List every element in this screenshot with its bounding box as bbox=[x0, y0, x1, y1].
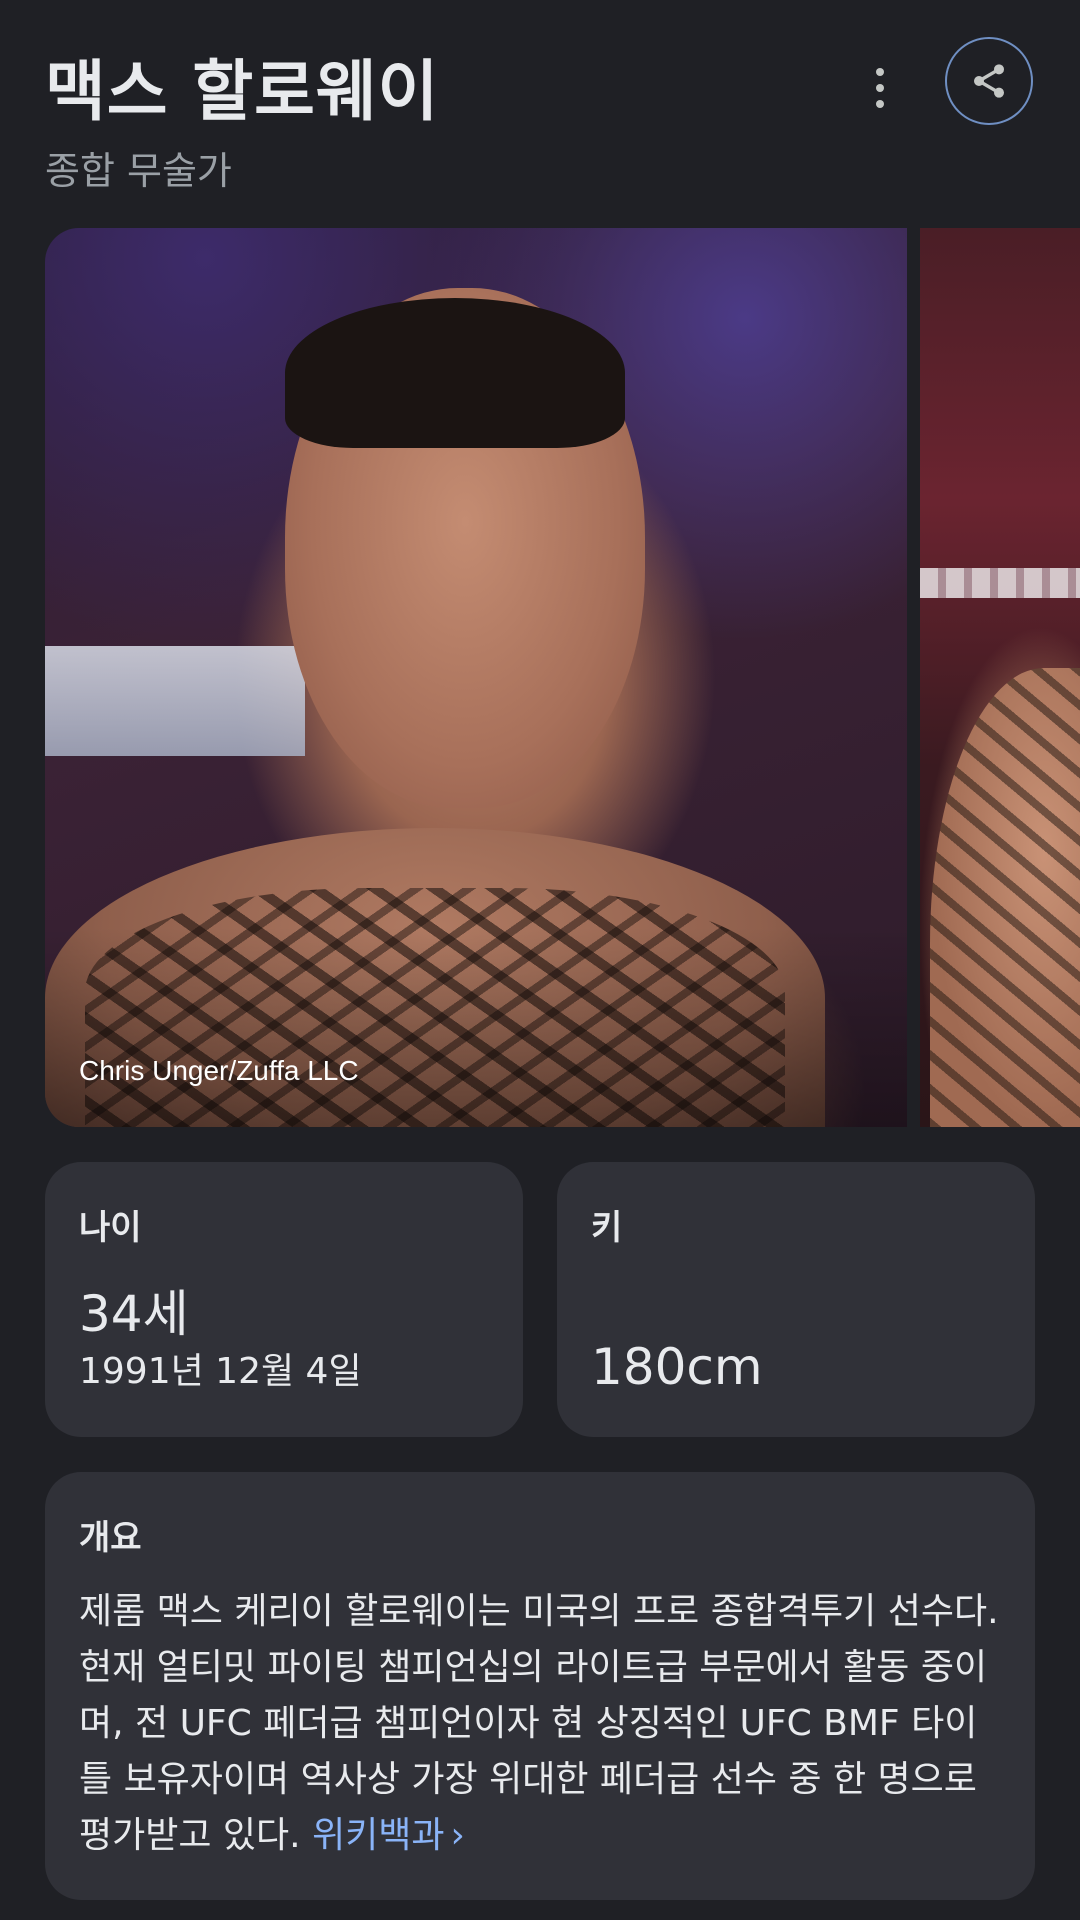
more-options-button[interactable] bbox=[856, 60, 904, 116]
more-vert-icon-dot bbox=[876, 84, 884, 92]
age-value: 34세 bbox=[79, 1285, 189, 1343]
overview-body: 제롬 맥스 케리이 할로웨이는 미국의 프로 종합격투기 선수다. 현재 얼티밋… bbox=[79, 1591, 999, 1856]
photo-hair-shape bbox=[285, 298, 625, 448]
overview-text: 제롬 맥스 케리이 할로웨이는 미국의 프로 종합격투기 선수다. 현재 얼티밋… bbox=[79, 1584, 1009, 1864]
age-label: 나이 bbox=[79, 1208, 142, 1248]
height-label: 키 bbox=[591, 1208, 623, 1248]
overview-title: 개요 bbox=[79, 1518, 142, 1558]
photo-body-shape bbox=[930, 668, 1080, 1127]
overview-card: 개요 제롬 맥스 케리이 할로웨이는 미국의 프로 종합격투기 선수다. 현재 … bbox=[45, 1472, 1035, 1900]
fighter-photo-second[interactable] bbox=[920, 228, 1080, 1127]
more-vert-icon-dot bbox=[876, 100, 884, 108]
share-button[interactable] bbox=[945, 37, 1033, 125]
photo-bottom-shade bbox=[45, 927, 907, 1127]
birthdate-value: 1991년 12월 4일 bbox=[79, 1351, 362, 1392]
image-carousel[interactable]: Chris Unger/Zuffa LLC bbox=[45, 228, 1080, 1127]
ring-rope-decor bbox=[45, 646, 305, 756]
chevron-right-icon: › bbox=[450, 1815, 465, 1856]
wikipedia-link[interactable]: 위키백과 › bbox=[312, 1815, 465, 1856]
photo-credit: Chris Unger/Zuffa LLC bbox=[79, 1055, 359, 1086]
share-icon bbox=[974, 64, 1004, 98]
fighter-photo-main[interactable]: Chris Unger/Zuffa LLC bbox=[45, 228, 907, 1127]
cage-fence-decor bbox=[920, 568, 1080, 598]
age-card[interactable]: 나이 34세 1991년 12월 4일 bbox=[45, 1162, 523, 1437]
wikipedia-link-label: 위키백과 bbox=[312, 1815, 445, 1856]
height-value: 180cm bbox=[591, 1338, 763, 1396]
more-vert-icon-dot bbox=[876, 68, 884, 76]
height-card[interactable]: 키 180cm bbox=[557, 1162, 1035, 1437]
page-title: 맥스 할로웨이 bbox=[45, 53, 440, 130]
page-subtitle: 종합 무술가 bbox=[45, 149, 232, 193]
